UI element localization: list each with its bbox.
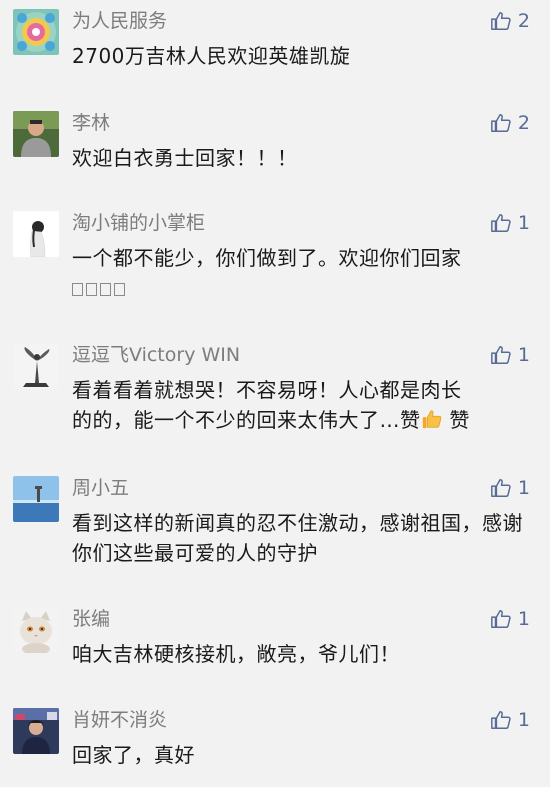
commenter-name[interactable]: 李林 <box>72 111 110 135</box>
avatar[interactable] <box>13 708 59 754</box>
thumbs-up-emoji-icon <box>422 410 441 429</box>
like-button[interactable]: 1 <box>490 211 530 235</box>
person-photo-icon <box>13 708 59 754</box>
sea-lighthouse-icon <box>13 476 59 522</box>
thumbs-up-icon <box>491 711 511 729</box>
commenter-name[interactable]: 逗逗飞Victory WIN <box>72 343 240 367</box>
like-count: 2 <box>517 112 530 134</box>
like-count: 1 <box>517 709 530 731</box>
thumbs-up-icon <box>491 114 511 132</box>
comment-text: 回家了，真好 <box>72 743 195 767</box>
commenter-name[interactable]: 周小五 <box>72 476 129 500</box>
comment-text: 2700万吉林人民欢迎英雄凯旋 <box>72 44 351 68</box>
comment-item: 张编 咱大吉林硬核接机，敞亮，爷儿们！ 1 <box>0 607 550 667</box>
comment-item: 逗逗飞Victory WIN 看着看着就想哭！不容易呀！人心都是肉长 的的，能一… <box>0 343 550 433</box>
avatar[interactable] <box>13 211 59 257</box>
avatar[interactable] <box>13 9 59 55</box>
like-button[interactable]: 1 <box>490 476 530 500</box>
like-count: 2 <box>517 10 530 32</box>
thumbs-up-icon <box>491 610 511 628</box>
comment-text: 欢迎白衣勇士回家！！！ <box>72 146 298 170</box>
unsupported-emoji-icon <box>72 283 125 296</box>
like-count: 1 <box>517 608 530 630</box>
comment-item: 李林 欢迎白衣勇士回家！！！ 2 <box>0 111 550 171</box>
commenter-name[interactable]: 淘小铺的小掌柜 <box>72 211 205 235</box>
commenter-name[interactable]: 为人民服务 <box>72 9 167 33</box>
like-button[interactable]: 2 <box>490 111 530 135</box>
comment-item: 淘小铺的小掌柜 一个都不能少，你们做到了。欢迎你们回家 1 <box>0 211 550 301</box>
comment-item: 肖妍不消炎 回家了，真好 1 <box>0 708 550 768</box>
emoji-placeholder-row <box>72 273 532 303</box>
like-count: 1 <box>517 344 530 366</box>
comment-text: 咱大吉林硬核接机，敞亮，爷儿们！ <box>72 642 400 666</box>
girl-silhouette-icon <box>13 211 59 257</box>
statue-icon <box>13 343 59 389</box>
comment-text-segment: 的的，能一个不少的回来太伟大了…赞 <box>72 408 421 432</box>
avatar[interactable] <box>13 111 59 157</box>
comment-text-segment: 赞 <box>442 408 470 432</box>
like-count: 1 <box>517 212 530 234</box>
comment-text: 一个都不能少，你们做到了。欢迎你们回家 <box>72 246 462 270</box>
like-button[interactable]: 1 <box>490 607 530 631</box>
commenter-name[interactable]: 肖妍不消炎 <box>72 708 167 732</box>
like-button[interactable]: 2 <box>490 9 530 33</box>
like-count: 1 <box>517 477 530 499</box>
comment-text-line2: 的的，能一个不少的回来太伟大了…赞 赞 <box>72 405 532 435</box>
comment-text: 看着看着就想哭！不容易呀！人心都是肉长 <box>72 378 462 402</box>
comment-item: 周小五 看到这样的新闻真的忍不住激动，感谢祖国，感谢你们这些最可爱的人的守护 1 <box>0 476 550 566</box>
like-button[interactable]: 1 <box>490 343 530 367</box>
comment-item: 为人民服务 2700万吉林人民欢迎英雄凯旋 2 <box>0 9 550 69</box>
cat-icon <box>13 607 59 653</box>
avatar[interactable] <box>13 343 59 389</box>
thumbs-up-icon <box>491 12 511 30</box>
lotus-icon <box>13 9 59 55</box>
commenter-name[interactable]: 张编 <box>72 607 110 631</box>
avatar[interactable] <box>13 476 59 522</box>
thumbs-up-icon <box>491 479 511 497</box>
thumbs-up-icon <box>491 346 511 364</box>
person-photo-icon <box>13 111 59 157</box>
thumbs-up-icon <box>491 214 511 232</box>
comment-text: 看到这样的新闻真的忍不住激动，感谢祖国，感谢你们这些最可爱的人的守护 <box>72 511 523 565</box>
like-button[interactable]: 1 <box>490 708 530 732</box>
avatar[interactable] <box>13 607 59 653</box>
